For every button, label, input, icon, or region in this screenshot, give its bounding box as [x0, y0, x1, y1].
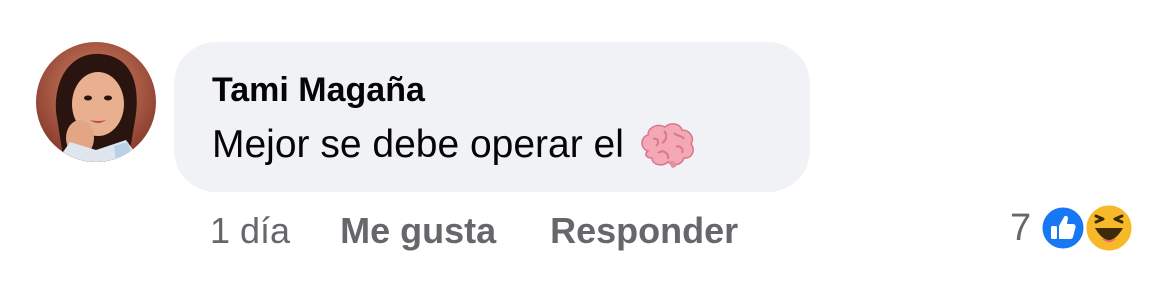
like-reaction-icon: [1039, 204, 1087, 252]
haha-reaction-icon: [1083, 202, 1135, 254]
like-button[interactable]: Me gusta: [340, 210, 496, 252]
reply-button[interactable]: Responder: [550, 210, 738, 252]
brain-emoji-icon: [638, 121, 696, 169]
comment-bubble: Tami Magaña Mejor se debe operar el: [174, 42, 810, 192]
comment-text: Mejor se debe operar el: [212, 123, 624, 166]
comment-timestamp[interactable]: 1 día: [210, 210, 290, 252]
commenter-avatar[interactable]: [36, 42, 156, 162]
reaction-count: 7: [1010, 206, 1032, 249]
reactions-summary[interactable]: 7: [1010, 200, 1137, 256]
reaction-icons: [1039, 202, 1137, 254]
comment-author-name[interactable]: Tami Magaña: [212, 70, 425, 110]
comment-body: Mejor se debe operar el: [212, 120, 772, 170]
comment-actions: 1 día Me gusta Responder: [210, 208, 738, 254]
